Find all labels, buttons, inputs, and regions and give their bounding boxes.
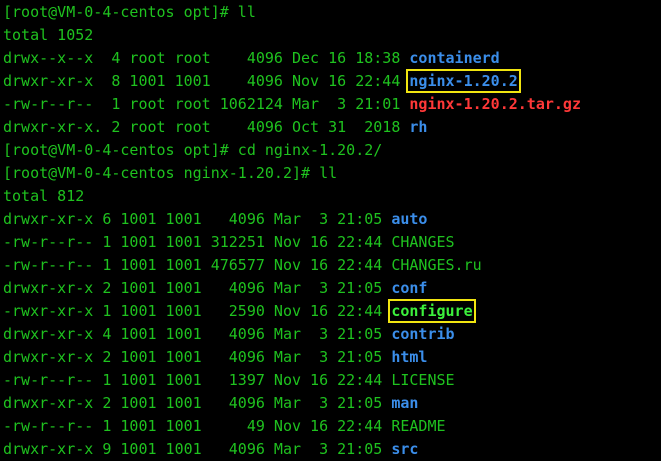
file-metadata: drwxr-xr-x 2 1001 1001 4096 Mar 3 21:05	[3, 394, 392, 412]
highlighted-file-name: nginx-1.20.2	[406, 69, 521, 93]
listing-row: drwxr-xr-x 9 1001 1001 4096 Mar 3 21:05 …	[3, 438, 661, 461]
listing-row: drwxr-xr-x 8 1001 1001 4096 Nov 16 22:44…	[3, 69, 661, 93]
file-metadata: -rw-r--r-- 1 1001 1001 312251 Nov 16 22:…	[3, 233, 392, 251]
listing-row: -rw-r--r-- 1 1001 1001 312251 Nov 16 22:…	[3, 231, 661, 254]
listing-row: -rw-r--r-- 1 root root 1062124 Mar 3 21:…	[3, 93, 661, 116]
file-metadata: -rw-r--r-- 1 1001 1001 1397 Nov 16 22:44	[3, 371, 392, 389]
file-metadata: drwxr-xr-x 6 1001 1001 4096 Mar 3 21:05	[3, 210, 392, 228]
listing-row: drwxr-xr-x 6 1001 1001 4096 Mar 3 21:05 …	[3, 208, 661, 231]
listing-row: -rw-r--r-- 1 1001 1001 476577 Nov 16 22:…	[3, 254, 661, 277]
file-name: CHANGES.ru	[391, 256, 482, 274]
file-name: LICENSE	[391, 371, 455, 389]
listing-row: -rw-r--r-- 1 1001 1001 1397 Nov 16 22:44…	[3, 369, 661, 392]
file-name: conf	[391, 279, 428, 297]
file-name: man	[391, 394, 419, 412]
listing-row: -rw-r--r-- 1 1001 1001 49 Nov 16 22:44 R…	[3, 415, 661, 438]
listing-row: -rwxr-xr-x 1 1001 1001 2590 Nov 16 22:44…	[3, 299, 661, 323]
highlighted-file-name: configure	[388, 299, 476, 323]
file-metadata: drwxr-xr-x 4 1001 1001 4096 Mar 3 21:05	[3, 325, 392, 343]
file-metadata: drwxr-xr-x 2 1001 1001 4096 Mar 3 21:05	[3, 279, 392, 297]
file-metadata: drwxr-xr-x. 2 root root 4096 Oct 31 2018	[3, 118, 410, 136]
file-metadata: -rw-r--r-- 1 root root 1062124 Mar 3 21:…	[3, 95, 410, 113]
file-metadata: -rw-r--r-- 1 1001 1001 476577 Nov 16 22:…	[3, 256, 392, 274]
file-metadata: drwxr-xr-x 2 1001 1001 4096 Mar 3 21:05	[3, 348, 392, 366]
file-name: nginx-1.20.2.tar.gz	[409, 95, 581, 113]
file-name: CHANGES	[391, 233, 455, 251]
file-name: auto	[391, 210, 428, 228]
prompt-line: [root@VM-0-4-centos opt]# cd nginx-1.20.…	[3, 141, 383, 159]
file-name: README	[391, 417, 446, 435]
file-name: containerd	[409, 49, 500, 67]
listing-row: drwxr-xr-x. 2 root root 4096 Oct 31 2018…	[3, 116, 661, 139]
total-line: total 1052	[3, 26, 94, 44]
total-line: total 812	[3, 187, 85, 205]
file-metadata: drwxr-xr-x 9 1001 1001 4096 Mar 3 21:05	[3, 440, 392, 458]
listing-row: drwxr-xr-x 2 1001 1001 4096 Mar 3 21:05 …	[3, 277, 661, 300]
listing-row: drwx--x--x 4 root root 4096 Dec 16 18:38…	[3, 47, 661, 70]
file-metadata: -rwxr-xr-x 1 1001 1001 2590 Nov 16 22:44	[3, 302, 392, 320]
file-metadata: drwx--x--x 4 root root 4096 Dec 16 18:38	[3, 49, 410, 67]
listing-row: drwxr-xr-x 2 1001 1001 4096 Mar 3 21:05 …	[3, 346, 661, 369]
terminal-output[interactable]: [root@VM-0-4-centos opt]# ll total 1052 dr…	[0, 0, 661, 461]
file-name: src	[391, 440, 419, 458]
file-metadata: drwxr-xr-x 8 1001 1001 4096 Nov 16 22:44	[3, 72, 410, 90]
file-name: rh	[409, 118, 428, 136]
file-metadata: -rw-r--r-- 1 1001 1001 49 Nov 16 22:44	[3, 417, 392, 435]
prompt-line: [root@VM-0-4-centos nginx-1.20.2]# ll	[3, 164, 338, 182]
prompt-line: [root@VM-0-4-centos opt]# ll	[3, 3, 256, 21]
file-name: html	[391, 348, 428, 366]
listing-row: drwxr-xr-x 4 1001 1001 4096 Mar 3 21:05 …	[3, 323, 661, 346]
file-name: contrib	[391, 325, 455, 343]
listing-row: drwxr-xr-x 2 1001 1001 4096 Mar 3 21:05 …	[3, 392, 661, 415]
